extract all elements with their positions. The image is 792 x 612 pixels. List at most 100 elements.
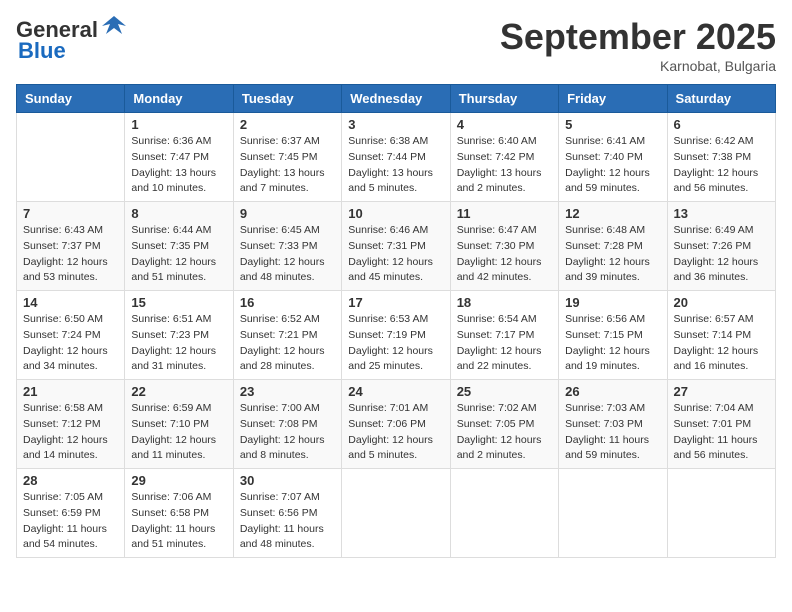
day-info: Sunrise: 7:04 AMSunset: 7:01 PMDaylight:…: [674, 401, 769, 464]
day-info: Sunrise: 6:57 AMSunset: 7:14 PMDaylight:…: [674, 312, 769, 375]
calendar-cell: 26 Sunrise: 7:03 AMSunset: 7:03 PMDayligh…: [559, 380, 667, 469]
calendar-table: SundayMondayTuesdayWednesdayThursdayFrid…: [16, 84, 776, 558]
month-title: September 2025: [500, 16, 776, 58]
day-info: Sunrise: 6:47 AMSunset: 7:30 PMDaylight:…: [457, 223, 552, 286]
day-number: 26: [565, 384, 660, 399]
day-number: 3: [348, 117, 443, 132]
day-number: 21: [23, 384, 118, 399]
day-number: 27: [674, 384, 769, 399]
day-info: Sunrise: 7:00 AMSunset: 7:08 PMDaylight:…: [240, 401, 335, 464]
calendar-cell: 11 Sunrise: 6:47 AMSunset: 7:30 PMDayligh…: [450, 202, 558, 291]
calendar-cell: 30Sunrise: 7:07 AMSunset: 6:56 PMDayligh…: [233, 469, 341, 558]
weekday-header-row: SundayMondayTuesdayWednesdayThursdayFrid…: [17, 85, 776, 113]
weekday-header-sunday: Sunday: [17, 85, 125, 113]
day-number: 9: [240, 206, 335, 221]
calendar-cell: 22 Sunrise: 6:59 AMSunset: 7:10 PMDayligh…: [125, 380, 233, 469]
calendar-week-row: 1 Sunrise: 6:36 AMSunset: 7:47 PMDaylight…: [17, 113, 776, 202]
day-number: 24: [348, 384, 443, 399]
day-info: Sunrise: 6:45 AMSunset: 7:33 PMDaylight:…: [240, 223, 335, 286]
calendar-cell: 5Sunrise: 6:41 AMSunset: 7:40 PMDaylight…: [559, 113, 667, 202]
day-info: Sunrise: 6:56 AMSunset: 7:15 PMDaylight:…: [565, 312, 660, 375]
day-info: Sunrise: 6:37 AMSunset: 7:45 PMDaylight:…: [240, 134, 335, 197]
page-header: General Blue September 2025 Karnobat, Bu…: [16, 16, 776, 74]
day-number: 25: [457, 384, 552, 399]
calendar-cell: 21 Sunrise: 6:58 AMSunset: 7:12 PMDayligh…: [17, 380, 125, 469]
day-info: Sunrise: 6:50 AMSunset: 7:24 PMDaylight:…: [23, 312, 118, 375]
calendar-cell: [17, 113, 125, 202]
day-number: 10: [348, 206, 443, 221]
calendar-cell: 18 Sunrise: 6:54 AMSunset: 7:17 PMDayligh…: [450, 291, 558, 380]
day-number: 29: [131, 473, 226, 488]
day-info: Sunrise: 6:48 AMSunset: 7:28 PMDaylight:…: [565, 223, 660, 286]
calendar-cell: 2 Sunrise: 6:37 AMSunset: 7:45 PMDaylight…: [233, 113, 341, 202]
day-info: Sunrise: 7:03 AMSunset: 7:03 PMDaylight:…: [565, 401, 660, 464]
weekday-header-tuesday: Tuesday: [233, 85, 341, 113]
day-number: 5: [565, 117, 660, 132]
logo-blue-text: Blue: [18, 38, 66, 64]
logo-bird-icon: [100, 12, 128, 40]
day-info: Sunrise: 7:05 AMSunset: 6:59 PMDaylight:…: [23, 490, 118, 553]
day-number: 8: [131, 206, 226, 221]
calendar-cell: 19 Sunrise: 6:56 AMSunset: 7:15 PMDayligh…: [559, 291, 667, 380]
day-number: 20: [674, 295, 769, 310]
day-info: Sunrise: 7:02 AMSunset: 7:05 PMDaylight:…: [457, 401, 552, 464]
day-number: 4: [457, 117, 552, 132]
calendar-cell: 24 Sunrise: 7:01 AMSunset: 7:06 PMDayligh…: [342, 380, 450, 469]
day-info: Sunrise: 6:58 AMSunset: 7:12 PMDaylight:…: [23, 401, 118, 464]
weekday-header-wednesday: Wednesday: [342, 85, 450, 113]
day-number: 22: [131, 384, 226, 399]
day-number: 19: [565, 295, 660, 310]
calendar-cell: 15Sunrise: 6:51 AMSunset: 7:23 PMDayligh…: [125, 291, 233, 380]
calendar-cell: 16 Sunrise: 6:52 AMSunset: 7:21 PMDayligh…: [233, 291, 341, 380]
day-number: 17: [348, 295, 443, 310]
calendar-cell: 9 Sunrise: 6:45 AMSunset: 7:33 PMDaylight…: [233, 202, 341, 291]
day-info: Sunrise: 6:43 AMSunset: 7:37 PMDaylight:…: [23, 223, 118, 286]
calendar-cell: 25 Sunrise: 7:02 AMSunset: 7:05 PMDayligh…: [450, 380, 558, 469]
day-number: 12: [565, 206, 660, 221]
day-number: 15: [131, 295, 226, 310]
day-info: Sunrise: 6:59 AMSunset: 7:10 PMDaylight:…: [131, 401, 226, 464]
calendar-cell: [342, 469, 450, 558]
day-info: Sunrise: 7:01 AMSunset: 7:06 PMDaylight:…: [348, 401, 443, 464]
day-info: Sunrise: 6:53 AMSunset: 7:19 PMDaylight:…: [348, 312, 443, 375]
calendar-cell: 13Sunrise: 6:49 AMSunset: 7:26 PMDayligh…: [667, 202, 775, 291]
calendar-cell: 17 Sunrise: 6:53 AMSunset: 7:19 PMDayligh…: [342, 291, 450, 380]
calendar-cell: 27 Sunrise: 7:04 AMSunset: 7:01 PMDayligh…: [667, 380, 775, 469]
day-info: Sunrise: 6:44 AMSunset: 7:35 PMDaylight:…: [131, 223, 226, 286]
calendar-cell: 23Sunrise: 7:00 AMSunset: 7:08 PMDayligh…: [233, 380, 341, 469]
location-text: Karnobat, Bulgaria: [500, 58, 776, 74]
day-info: Sunrise: 6:42 AMSunset: 7:38 PMDaylight:…: [674, 134, 769, 197]
calendar-week-row: 14 Sunrise: 6:50 AMSunset: 7:24 PMDayligh…: [17, 291, 776, 380]
calendar-cell: [559, 469, 667, 558]
calendar-cell: [667, 469, 775, 558]
day-info: Sunrise: 7:07 AMSunset: 6:56 PMDaylight:…: [240, 490, 335, 553]
calendar-cell: 10 Sunrise: 6:46 AMSunset: 7:31 PMDayligh…: [342, 202, 450, 291]
weekday-header-saturday: Saturday: [667, 85, 775, 113]
title-area: September 2025 Karnobat, Bulgaria: [500, 16, 776, 74]
day-number: 7: [23, 206, 118, 221]
day-info: Sunrise: 6:40 AMSunset: 7:42 PMDaylight:…: [457, 134, 552, 197]
calendar-cell: 3Sunrise: 6:38 AMSunset: 7:44 PMDaylight…: [342, 113, 450, 202]
calendar-week-row: 28Sunrise: 7:05 AMSunset: 6:59 PMDayligh…: [17, 469, 776, 558]
day-info: Sunrise: 6:54 AMSunset: 7:17 PMDaylight:…: [457, 312, 552, 375]
day-number: 1: [131, 117, 226, 132]
calendar-cell: 28Sunrise: 7:05 AMSunset: 6:59 PMDayligh…: [17, 469, 125, 558]
weekday-header-monday: Monday: [125, 85, 233, 113]
calendar-cell: 7 Sunrise: 6:43 AMSunset: 7:37 PMDaylight…: [17, 202, 125, 291]
calendar-cell: 8 Sunrise: 6:44 AMSunset: 7:35 PMDaylight…: [125, 202, 233, 291]
calendar-cell: 4 Sunrise: 6:40 AMSunset: 7:42 PMDaylight…: [450, 113, 558, 202]
day-number: 14: [23, 295, 118, 310]
day-number: 18: [457, 295, 552, 310]
day-number: 11: [457, 206, 552, 221]
day-number: 16: [240, 295, 335, 310]
weekday-header-thursday: Thursday: [450, 85, 558, 113]
day-info: Sunrise: 6:49 AMSunset: 7:26 PMDaylight:…: [674, 223, 769, 286]
day-number: 2: [240, 117, 335, 132]
day-info: Sunrise: 6:36 AMSunset: 7:47 PMDaylight:…: [131, 134, 226, 197]
calendar-cell: 29 Sunrise: 7:06 AMSunset: 6:58 PMDayligh…: [125, 469, 233, 558]
calendar-cell: 12 Sunrise: 6:48 AMSunset: 7:28 PMDayligh…: [559, 202, 667, 291]
day-info: Sunrise: 7:06 AMSunset: 6:58 PMDaylight:…: [131, 490, 226, 553]
calendar-cell: 20 Sunrise: 6:57 AMSunset: 7:14 PMDayligh…: [667, 291, 775, 380]
day-info: Sunrise: 6:46 AMSunset: 7:31 PMDaylight:…: [348, 223, 443, 286]
day-info: Sunrise: 6:52 AMSunset: 7:21 PMDaylight:…: [240, 312, 335, 375]
